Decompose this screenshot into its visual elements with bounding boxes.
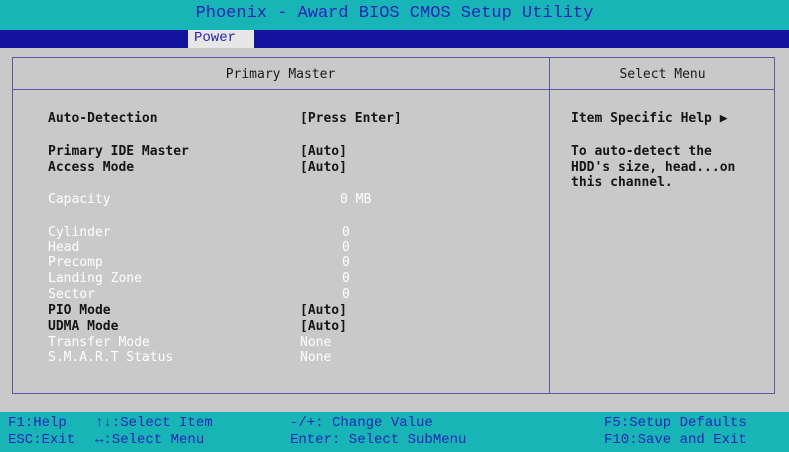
select-item-key-hint: ↑↓:Select Item bbox=[95, 415, 213, 431]
setting-label: PIO Mode bbox=[48, 303, 111, 318]
setting-value: 0 bbox=[342, 271, 350, 286]
setting-label: Landing Zone bbox=[48, 271, 142, 286]
key-legend-bar: F1:Help ESC:Exit ↑↓:Select Item ↔:Select… bbox=[0, 412, 789, 452]
setting-label: Cylinder bbox=[48, 225, 111, 240]
setting-label: Auto-Detection bbox=[48, 111, 158, 126]
setting-value: 0 bbox=[342, 225, 350, 240]
help-text-line: this channel. bbox=[571, 175, 673, 190]
save-exit-key-hint: F10:Save and Exit bbox=[604, 432, 747, 448]
setting-label: Access Mode bbox=[48, 160, 135, 175]
setting-label: Primary IDE Master bbox=[48, 144, 189, 159]
setting-label: UDMA Mode bbox=[48, 319, 119, 334]
tab-power[interactable]: Power bbox=[188, 28, 254, 48]
enter-key-hint: Enter: Select SubMenu bbox=[290, 432, 467, 448]
bios-screen: Phoenix - Award BIOS CMOS Setup Utility … bbox=[0, 0, 789, 452]
setting-value: 0 bbox=[342, 255, 350, 270]
setting-value: None bbox=[300, 350, 332, 365]
item-specific-help: Item Specific Help ▶ bbox=[571, 111, 728, 126]
header-divider bbox=[12, 89, 775, 90]
setting-value[interactable]: [Press Enter] bbox=[300, 111, 402, 127]
exit-key-hint: ESC:Exit bbox=[8, 432, 76, 448]
help-text-line: HDD's size, head...on bbox=[571, 160, 736, 175]
setting-value[interactable]: [Auto] bbox=[300, 160, 347, 176]
setup-defaults-key-hint: F5:Setup Defaults bbox=[604, 415, 747, 431]
menu-bar bbox=[0, 30, 789, 48]
setting-value: 0 bbox=[342, 240, 350, 255]
setting-value[interactable]: [Auto] bbox=[300, 319, 347, 335]
setting-value: 0 MB bbox=[340, 192, 372, 207]
help-panel-header: Select Menu bbox=[619, 67, 706, 82]
setting-label: Transfer Mode bbox=[48, 335, 150, 350]
window-title: Phoenix - Award BIOS CMOS Setup Utility bbox=[195, 4, 594, 23]
help-text-line: To auto-detect the bbox=[571, 144, 712, 159]
setting-label: Head bbox=[48, 240, 80, 255]
panel-divider bbox=[549, 57, 550, 394]
select-menu-key-hint: ↔:Select Menu bbox=[95, 432, 205, 448]
setting-value: None bbox=[300, 335, 332, 350]
title-bar: Phoenix - Award BIOS CMOS Setup Utility bbox=[0, 0, 789, 30]
setting-label: Precomp bbox=[48, 255, 103, 270]
help-key-hint: F1:Help bbox=[8, 415, 67, 431]
setting-label: S.M.A.R.T Status bbox=[48, 350, 174, 365]
setting-label: Capacity bbox=[48, 192, 111, 207]
setting-label: Sector bbox=[48, 287, 95, 302]
main-panel-header: Primary Master bbox=[225, 67, 336, 82]
change-value-key-hint: -/+: Change Value bbox=[290, 415, 433, 431]
setting-value[interactable]: [Auto] bbox=[300, 303, 347, 319]
setting-value[interactable]: [Auto] bbox=[300, 144, 347, 160]
setting-value: 0 bbox=[342, 287, 350, 302]
